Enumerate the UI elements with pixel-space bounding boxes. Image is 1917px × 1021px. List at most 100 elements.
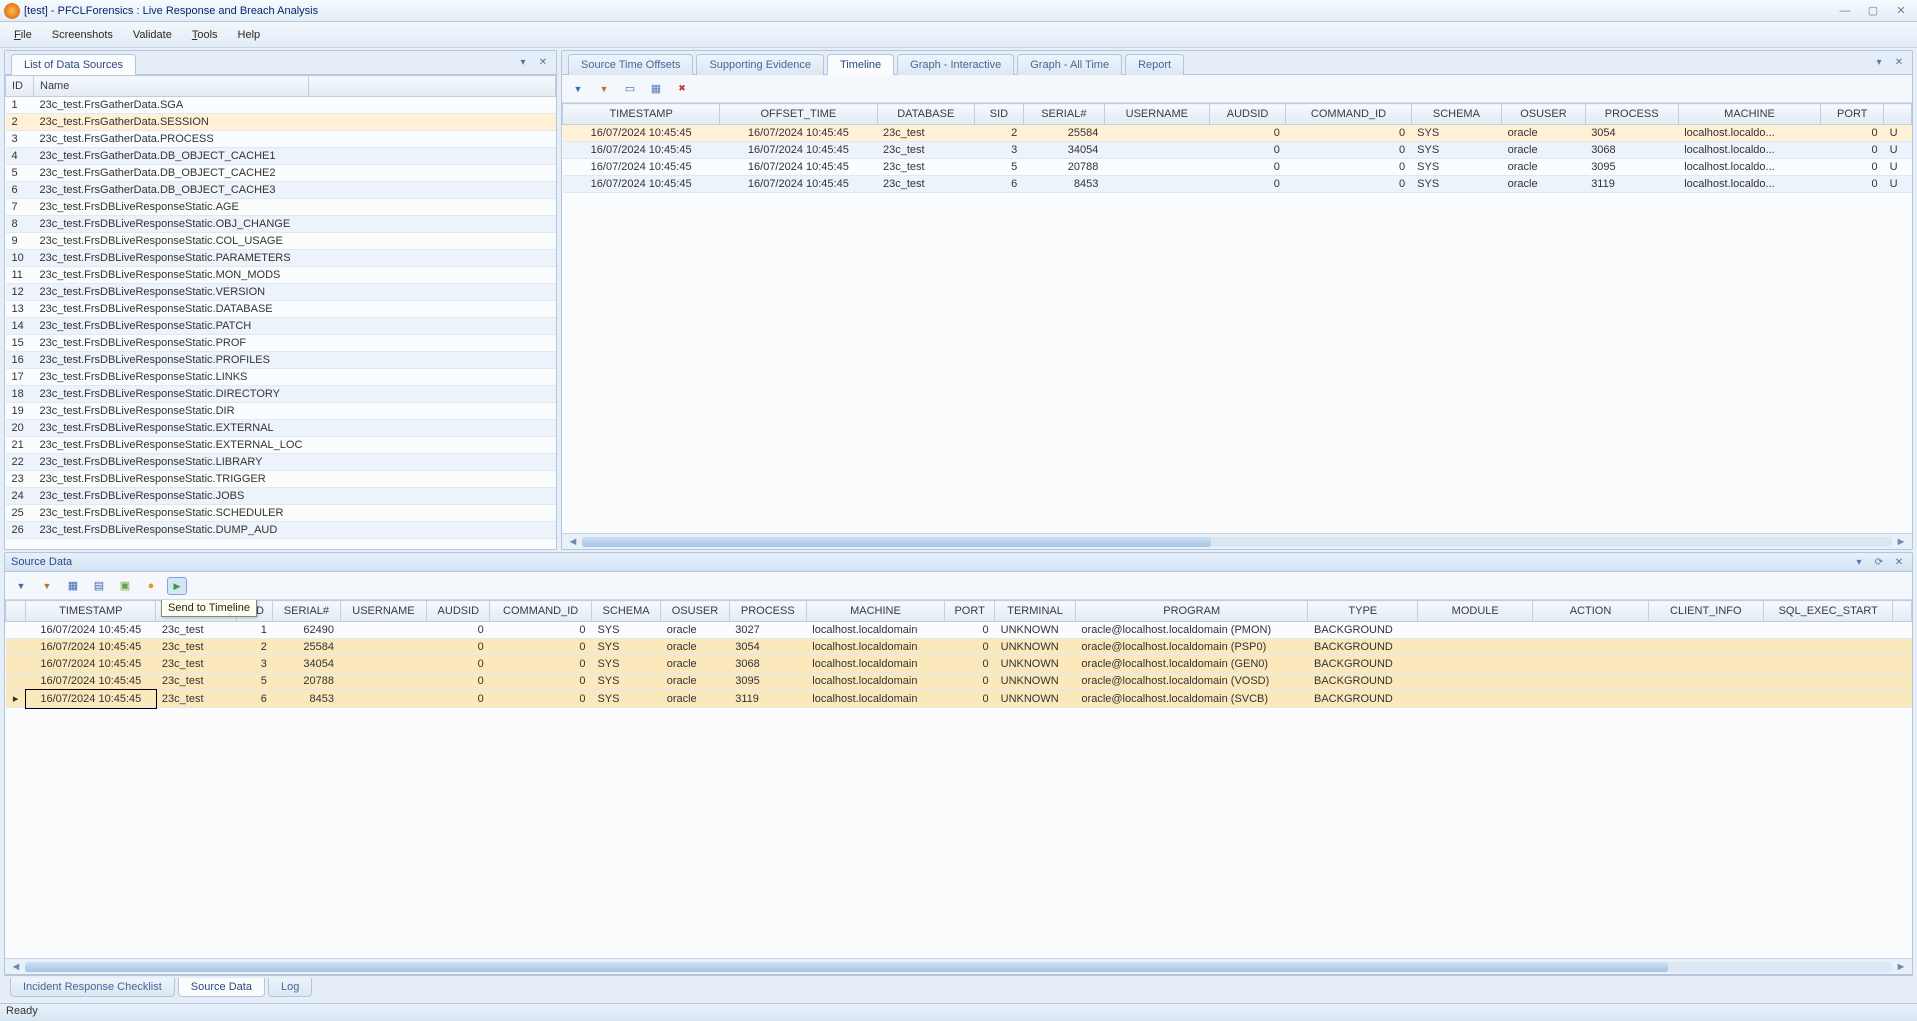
send-to-timeline-button[interactable] xyxy=(167,577,187,595)
timeline-col-database[interactable]: DATABASE xyxy=(877,104,975,125)
datasource-row[interactable]: 2623c_test.FrsDBLiveResponseStatic.DUMP_… xyxy=(6,522,556,539)
timeline-col-machine[interactable]: MACHINE xyxy=(1678,104,1821,125)
source-col-type[interactable]: TYPE xyxy=(1308,601,1418,622)
source-col-serial-[interactable]: SERIAL# xyxy=(273,601,340,622)
menu-validate[interactable]: Validate xyxy=(123,25,182,45)
timeline-col-command-id[interactable]: COMMAND_ID xyxy=(1286,104,1411,125)
table-icon[interactable] xyxy=(646,79,666,99)
clear-filter-icon[interactable] xyxy=(37,576,57,596)
datasource-row[interactable]: 1623c_test.FrsDBLiveResponseStatic.PROFI… xyxy=(6,352,556,369)
datasource-row[interactable]: 1123c_test.FrsDBLiveResponseStatic.MON_M… xyxy=(6,267,556,284)
datasources-grid[interactable]: ID Name 123c_test.FrsGatherData.SGA223c_… xyxy=(5,75,556,549)
source-col-module[interactable]: MODULE xyxy=(1418,601,1533,622)
filter-icon[interactable] xyxy=(568,79,588,99)
source-col-action[interactable]: ACTION xyxy=(1533,601,1648,622)
source-col-row-indicator[interactable] xyxy=(6,601,26,622)
view-grid-icon[interactable] xyxy=(89,576,109,596)
source-col-osuser[interactable]: OSUSER xyxy=(661,601,730,622)
datasource-row[interactable]: 523c_test.FrsGatherData.DB_OBJECT_CACHE2 xyxy=(6,165,556,182)
tab-report[interactable]: Report xyxy=(1125,54,1184,75)
datasource-row[interactable]: 1823c_test.FrsDBLiveResponseStatic.DIREC… xyxy=(6,386,556,403)
timeline-grid[interactable]: TIMESTAMPOFFSET_TIMEDATABASESIDSERIAL#US… xyxy=(562,103,1912,533)
datasource-row[interactable]: 1323c_test.FrsDBLiveResponseStatic.DATAB… xyxy=(6,301,556,318)
tab-list-of-data-sources[interactable]: List of Data Sources xyxy=(11,54,136,75)
col-id[interactable]: ID xyxy=(6,76,34,97)
source-row[interactable]: 16/07/2024 10:45:4523c_test52078800SYSor… xyxy=(6,673,1912,690)
datasource-row[interactable]: 2523c_test.FrsDBLiveResponseStatic.SCHED… xyxy=(6,505,556,522)
source-col-machine[interactable]: MACHINE xyxy=(806,601,944,622)
timeline-col-serial-[interactable]: SERIAL# xyxy=(1023,104,1104,125)
bottom-tab-log[interactable]: Log xyxy=(268,978,312,997)
timeline-col-sid[interactable]: SID xyxy=(975,104,1024,125)
close-panel-icon[interactable]: ✕ xyxy=(536,55,550,69)
datasource-row[interactable]: 1723c_test.FrsDBLiveResponseStatic.LINKS xyxy=(6,369,556,386)
timeline-row[interactable]: 16/07/2024 10:45:4516/07/2024 10:45:4523… xyxy=(563,125,1912,142)
timeline-col-extra[interactable] xyxy=(1884,104,1912,125)
datasource-row[interactable]: 323c_test.FrsGatherData.PROCESS xyxy=(6,131,556,148)
datasource-row[interactable]: 1223c_test.FrsDBLiveResponseStatic.VERSI… xyxy=(6,284,556,301)
source-data-grid[interactable]: TIMESTAMPDATABASESIDSERIAL#USERNAMEAUDSI… xyxy=(5,600,1912,958)
source-data-hscroll[interactable]: ◄ ► xyxy=(5,958,1912,974)
datasource-row[interactable]: 1423c_test.FrsDBLiveResponseStatic.PATCH xyxy=(6,318,556,335)
datasource-row[interactable]: 1923c_test.FrsDBLiveResponseStatic.DIR xyxy=(6,403,556,420)
dropdown-icon[interactable]: ▾ xyxy=(1872,55,1886,69)
datasource-row[interactable]: 2423c_test.FrsDBLiveResponseStatic.JOBS xyxy=(6,488,556,505)
timeline-col-port[interactable]: PORT xyxy=(1821,104,1884,125)
datasource-row[interactable]: 423c_test.FrsGatherData.DB_OBJECT_CACHE1 xyxy=(6,148,556,165)
timeline-col-offset-time[interactable]: OFFSET_TIME xyxy=(720,104,877,125)
tab-graph-all-time[interactable]: Graph - All Time xyxy=(1017,54,1122,75)
timeline-row[interactable]: 16/07/2024 10:45:4516/07/2024 10:45:4523… xyxy=(563,159,1912,176)
timeline-col-process[interactable]: PROCESS xyxy=(1585,104,1678,125)
datasource-row[interactable]: 123c_test.FrsGatherData.SGA xyxy=(6,97,556,114)
source-col-sql-exec-start[interactable]: SQL_EXEC_START xyxy=(1763,601,1892,622)
tab-supporting-evidence[interactable]: Supporting Evidence xyxy=(696,54,824,75)
timeline-hscroll[interactable]: ◄ ► xyxy=(562,533,1912,549)
datasource-row[interactable]: 2323c_test.FrsDBLiveResponseStatic.TRIGG… xyxy=(6,471,556,488)
filter-icon[interactable] xyxy=(11,576,31,596)
timeline-col-timestamp[interactable]: TIMESTAMP xyxy=(563,104,720,125)
tab-graph-interactive[interactable]: Graph - Interactive xyxy=(897,54,1014,75)
close-button[interactable]: ✕ xyxy=(1889,3,1913,19)
timeline-row[interactable]: 16/07/2024 10:45:4516/07/2024 10:45:4523… xyxy=(563,142,1912,159)
source-col-terminal[interactable]: TERMINAL xyxy=(995,601,1076,622)
pin-icon[interactable]: ⟳ xyxy=(1872,555,1886,569)
source-row[interactable]: 16/07/2024 10:45:4523c_test16249000SYSor… xyxy=(6,622,1912,639)
source-col-timestamp[interactable]: TIMESTAMP xyxy=(26,601,156,622)
timeline-col-username[interactable]: USERNAME xyxy=(1104,104,1209,125)
source-col-username[interactable]: USERNAME xyxy=(340,601,427,622)
record-icon[interactable] xyxy=(141,576,161,596)
source-col-row-indicator[interactable] xyxy=(1893,601,1912,622)
view-table-icon[interactable] xyxy=(115,576,135,596)
datasource-row[interactable]: 2023c_test.FrsDBLiveResponseStatic.EXTER… xyxy=(6,420,556,437)
menu-tools[interactable]: Tools xyxy=(182,25,228,45)
source-col-client-info[interactable]: CLIENT_INFO xyxy=(1648,601,1763,622)
clear-filter-icon[interactable] xyxy=(594,79,614,99)
col-name[interactable]: Name xyxy=(34,76,309,97)
view-list-icon[interactable] xyxy=(63,576,83,596)
datasource-row[interactable]: 1523c_test.FrsDBLiveResponseStatic.PROF xyxy=(6,335,556,352)
timeline-col-audsid[interactable]: AUDSID xyxy=(1209,104,1286,125)
source-row[interactable]: ▸16/07/2024 10:45:4523c_test6845300SYSor… xyxy=(6,690,1912,708)
timeline-col-schema[interactable]: SCHEMA xyxy=(1411,104,1502,125)
datasource-row[interactable]: 1023c_test.FrsDBLiveResponseStatic.PARAM… xyxy=(6,250,556,267)
menu-help[interactable]: Help xyxy=(228,25,271,45)
columns-icon[interactable] xyxy=(620,79,640,99)
datasource-row[interactable]: 2123c_test.FrsDBLiveResponseStatic.EXTER… xyxy=(6,437,556,454)
dropdown-icon[interactable]: ▾ xyxy=(516,55,530,69)
delete-icon[interactable] xyxy=(672,79,692,99)
source-col-audsid[interactable]: AUDSID xyxy=(427,601,490,622)
timeline-col-osuser[interactable]: OSUSER xyxy=(1502,104,1586,125)
datasource-row[interactable]: 723c_test.FrsDBLiveResponseStatic.AGE xyxy=(6,199,556,216)
datasource-row[interactable]: 223c_test.FrsGatherData.SESSION xyxy=(6,114,556,131)
datasource-row[interactable]: 623c_test.FrsGatherData.DB_OBJECT_CACHE3 xyxy=(6,182,556,199)
close-panel-icon[interactable]: ✕ xyxy=(1892,55,1906,69)
tab-timeline[interactable]: Timeline xyxy=(827,54,894,75)
source-col-port[interactable]: PORT xyxy=(945,601,995,622)
maximize-button[interactable]: ▢ xyxy=(1861,3,1885,19)
datasource-row[interactable]: 2223c_test.FrsDBLiveResponseStatic.LIBRA… xyxy=(6,454,556,471)
source-col-schema[interactable]: SCHEMA xyxy=(591,601,660,622)
source-row[interactable]: 16/07/2024 10:45:4523c_test33405400SYSor… xyxy=(6,656,1912,673)
menu-screenshots[interactable]: Screenshots xyxy=(42,25,123,45)
bottom-tab-incident-response-checklist[interactable]: Incident Response Checklist xyxy=(10,978,175,997)
timeline-row[interactable]: 16/07/2024 10:45:4516/07/2024 10:45:4523… xyxy=(563,176,1912,193)
